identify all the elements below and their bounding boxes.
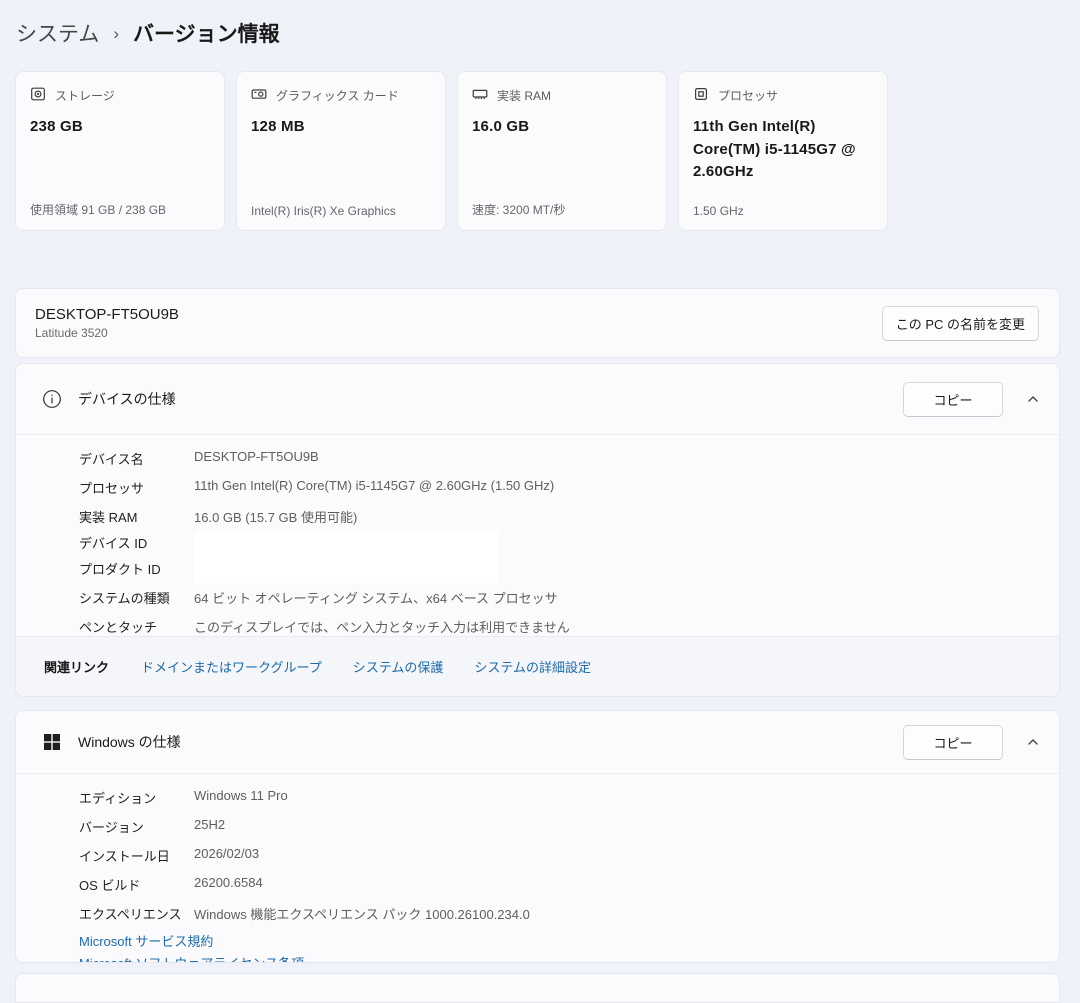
device-name-card: DESKTOP-FT5OU9B Latitude 3520 この PC の名前を… (15, 288, 1060, 358)
spec-label: プロセッサ (79, 481, 145, 496)
processor-card[interactable]: プロセッサ 11th Gen Intel(R) Core(TM) i5-1145… (678, 71, 888, 231)
device-name-block: DESKTOP-FT5OU9B Latitude 3520 (35, 306, 179, 340)
product-id-redaction (194, 557, 498, 583)
windows-logo-icon (42, 733, 62, 751)
link-ms-software-license[interactable]: Microsoft ソフトウェアライセンス条項 (79, 953, 1059, 962)
windows-spec-copy-button[interactable]: コピー (903, 724, 1003, 760)
storage-card-label: ストレージ (55, 89, 115, 103)
graphics-card-value: 128 MB (251, 118, 305, 135)
settings-about-page: システム › バージョン情報 ストレージ 238 GB 使用領域 91 GB /… (0, 0, 1080, 1003)
spec-label: デバイス名 (79, 452, 144, 467)
windows-spec-body: エディション Windows 11 Pro バージョン 25H2 インストール日… (16, 773, 1059, 962)
spec-label: バージョン (79, 820, 144, 835)
device-model: Latitude 3520 (35, 326, 108, 340)
windows-spec-section: Windows の仕様 コピー エディション Windows 11 Pro バー… (15, 710, 1060, 963)
spec-row-edition: エディション Windows 11 Pro (16, 783, 1059, 812)
spec-value: 2026/02/03 (194, 846, 260, 861)
storage-card-value: 238 GB (30, 118, 83, 135)
graphics-card-detail: Intel(R) Iris(R) Xe Graphics (251, 204, 396, 218)
summary-cards-row: ストレージ 238 GB 使用領域 91 GB / 238 GB グラフィックス… (15, 71, 888, 231)
spec-row-processor: プロセッサ 11th Gen Intel(R) Core(TM) i5-1145… (16, 473, 1059, 502)
spec-label: ペンとタッチ (79, 620, 158, 635)
ram-card-header: 実装 RAM (472, 86, 652, 105)
microsoft-links: Microsoft サービス規約 Microsoft ソフトウェアライセンス条項 (16, 928, 1059, 962)
processor-card-value: 11th Gen Intel(R) Core(TM) i5-1145G7 @ 2… (693, 118, 856, 180)
link-ms-services-agreement[interactable]: Microsoft サービス規約 (79, 931, 1059, 953)
chevron-up-icon[interactable] (1025, 735, 1041, 749)
spec-row-product-id: プロダクト ID (16, 557, 1059, 583)
breadcrumb-separator: › (113, 24, 120, 43)
gpu-icon (251, 86, 267, 105)
windows-spec-header[interactable]: Windows の仕様 コピー (16, 711, 1059, 773)
spec-label: OS ビルド (79, 878, 141, 893)
link-advanced-system-settings[interactable]: システムの詳細設定 (474, 657, 591, 676)
spec-row-device-id: デバイス ID (16, 531, 1059, 557)
link-domain-workgroup[interactable]: ドメインまたはワークグループ (141, 657, 322, 676)
ram-card-value: 16.0 GB (472, 118, 530, 135)
graphics-card-label: グラフィックス カード (276, 89, 399, 103)
spec-label: 実装 RAM (79, 510, 138, 525)
ram-card[interactable]: 実装 RAM 16.0 GB 速度: 3200 MT/秒 (457, 71, 667, 231)
breadcrumb-system[interactable]: システム (16, 18, 99, 48)
storage-card-header: ストレージ (30, 86, 210, 105)
spec-value: DESKTOP-FT5OU9B (194, 449, 319, 464)
spec-label: インストール日 (79, 849, 170, 864)
device-spec-title: デバイスの仕様 (78, 391, 176, 407)
page-title: バージョン情報 (133, 23, 280, 46)
graphics-card-header: グラフィックス カード (251, 86, 431, 105)
windows-spec-title: Windows の仕様 (78, 734, 181, 750)
related-links-label: 関連リンク (44, 660, 110, 675)
spec-row-experience: エクスペリエンス Windows 機能エクスペリエンス パック 1000.261… (16, 899, 1059, 928)
spec-value: このディスプレイでは、ペン入力とタッチ入力は利用できません (194, 620, 570, 635)
spec-value: 16.0 GB (15.7 GB 使用可能) (194, 510, 358, 525)
related-links-row: 関連リンク ドメインまたはワークグループ システムの保護 システムの詳細設定 (16, 636, 1059, 696)
spec-row-ram: 実装 RAM 16.0 GB (15.7 GB 使用可能) (16, 502, 1059, 531)
device-spec-header[interactable]: デバイスの仕様 コピー (16, 364, 1059, 434)
chevron-up-icon[interactable] (1025, 392, 1041, 406)
spec-label: エディション (79, 791, 157, 806)
device-spec-section: デバイスの仕様 コピー デバイス名 DESKTOP-FT5OU9B プロセッサ … (15, 363, 1060, 697)
next-section-card[interactable] (15, 973, 1060, 1003)
spec-label: プロダクト ID (79, 562, 161, 577)
ram-card-label: 実装 RAM (497, 89, 552, 103)
spec-value: Windows 11 Pro (194, 788, 288, 803)
spec-row-system-type: システムの種類 64 ビット オペレーティング システム、x64 ベース プロセ… (16, 583, 1059, 612)
processor-card-header: プロセッサ (693, 86, 873, 105)
processor-card-detail: 1.50 GHz (693, 204, 744, 218)
device-spec-copy-button[interactable]: コピー (903, 381, 1003, 417)
device-spec-body: デバイス名 DESKTOP-FT5OU9B プロセッサ 11th Gen Int… (16, 434, 1059, 641)
link-system-protection[interactable]: システムの保護 (353, 657, 444, 676)
device-id-redaction (194, 531, 498, 557)
breadcrumb: システム › バージョン情報 (16, 18, 280, 48)
spec-value: 25H2 (194, 817, 226, 832)
spec-row-device-name: デバイス名 DESKTOP-FT5OU9B (16, 444, 1059, 473)
cpu-icon (693, 86, 709, 105)
ram-card-detail: 速度: 3200 MT/秒 (472, 203, 566, 217)
storage-card-detail: 使用領域 91 GB / 238 GB (30, 203, 167, 217)
spec-value: Windows 機能エクスペリエンス パック 1000.26100.234.0 (194, 907, 530, 922)
ram-icon (472, 86, 488, 105)
storage-card[interactable]: ストレージ 238 GB 使用領域 91 GB / 238 GB (15, 71, 225, 231)
info-icon (42, 389, 62, 409)
graphics-card[interactable]: グラフィックス カード 128 MB Intel(R) Iris(R) Xe G… (236, 71, 446, 231)
spec-label: エクスペリエンス (79, 907, 182, 922)
rename-pc-button[interactable]: この PC の名前を変更 (881, 305, 1039, 341)
spec-value: 26200.6584 (194, 875, 263, 890)
spec-label: デバイス ID (79, 536, 148, 551)
spec-label: システムの種類 (79, 591, 170, 606)
spec-row-install-date: インストール日 2026/02/03 (16, 841, 1059, 870)
storage-icon (30, 86, 46, 105)
spec-row-version: バージョン 25H2 (16, 812, 1059, 841)
spec-value: 11th Gen Intel(R) Core(TM) i5-1145G7 @ 2… (194, 478, 555, 493)
device-name: DESKTOP-FT5OU9B (35, 306, 179, 323)
spec-row-os-build: OS ビルド 26200.6584 (16, 870, 1059, 899)
processor-card-label: プロセッサ (718, 89, 779, 103)
spec-value: 64 ビット オペレーティング システム、x64 ベース プロセッサ (194, 591, 558, 606)
